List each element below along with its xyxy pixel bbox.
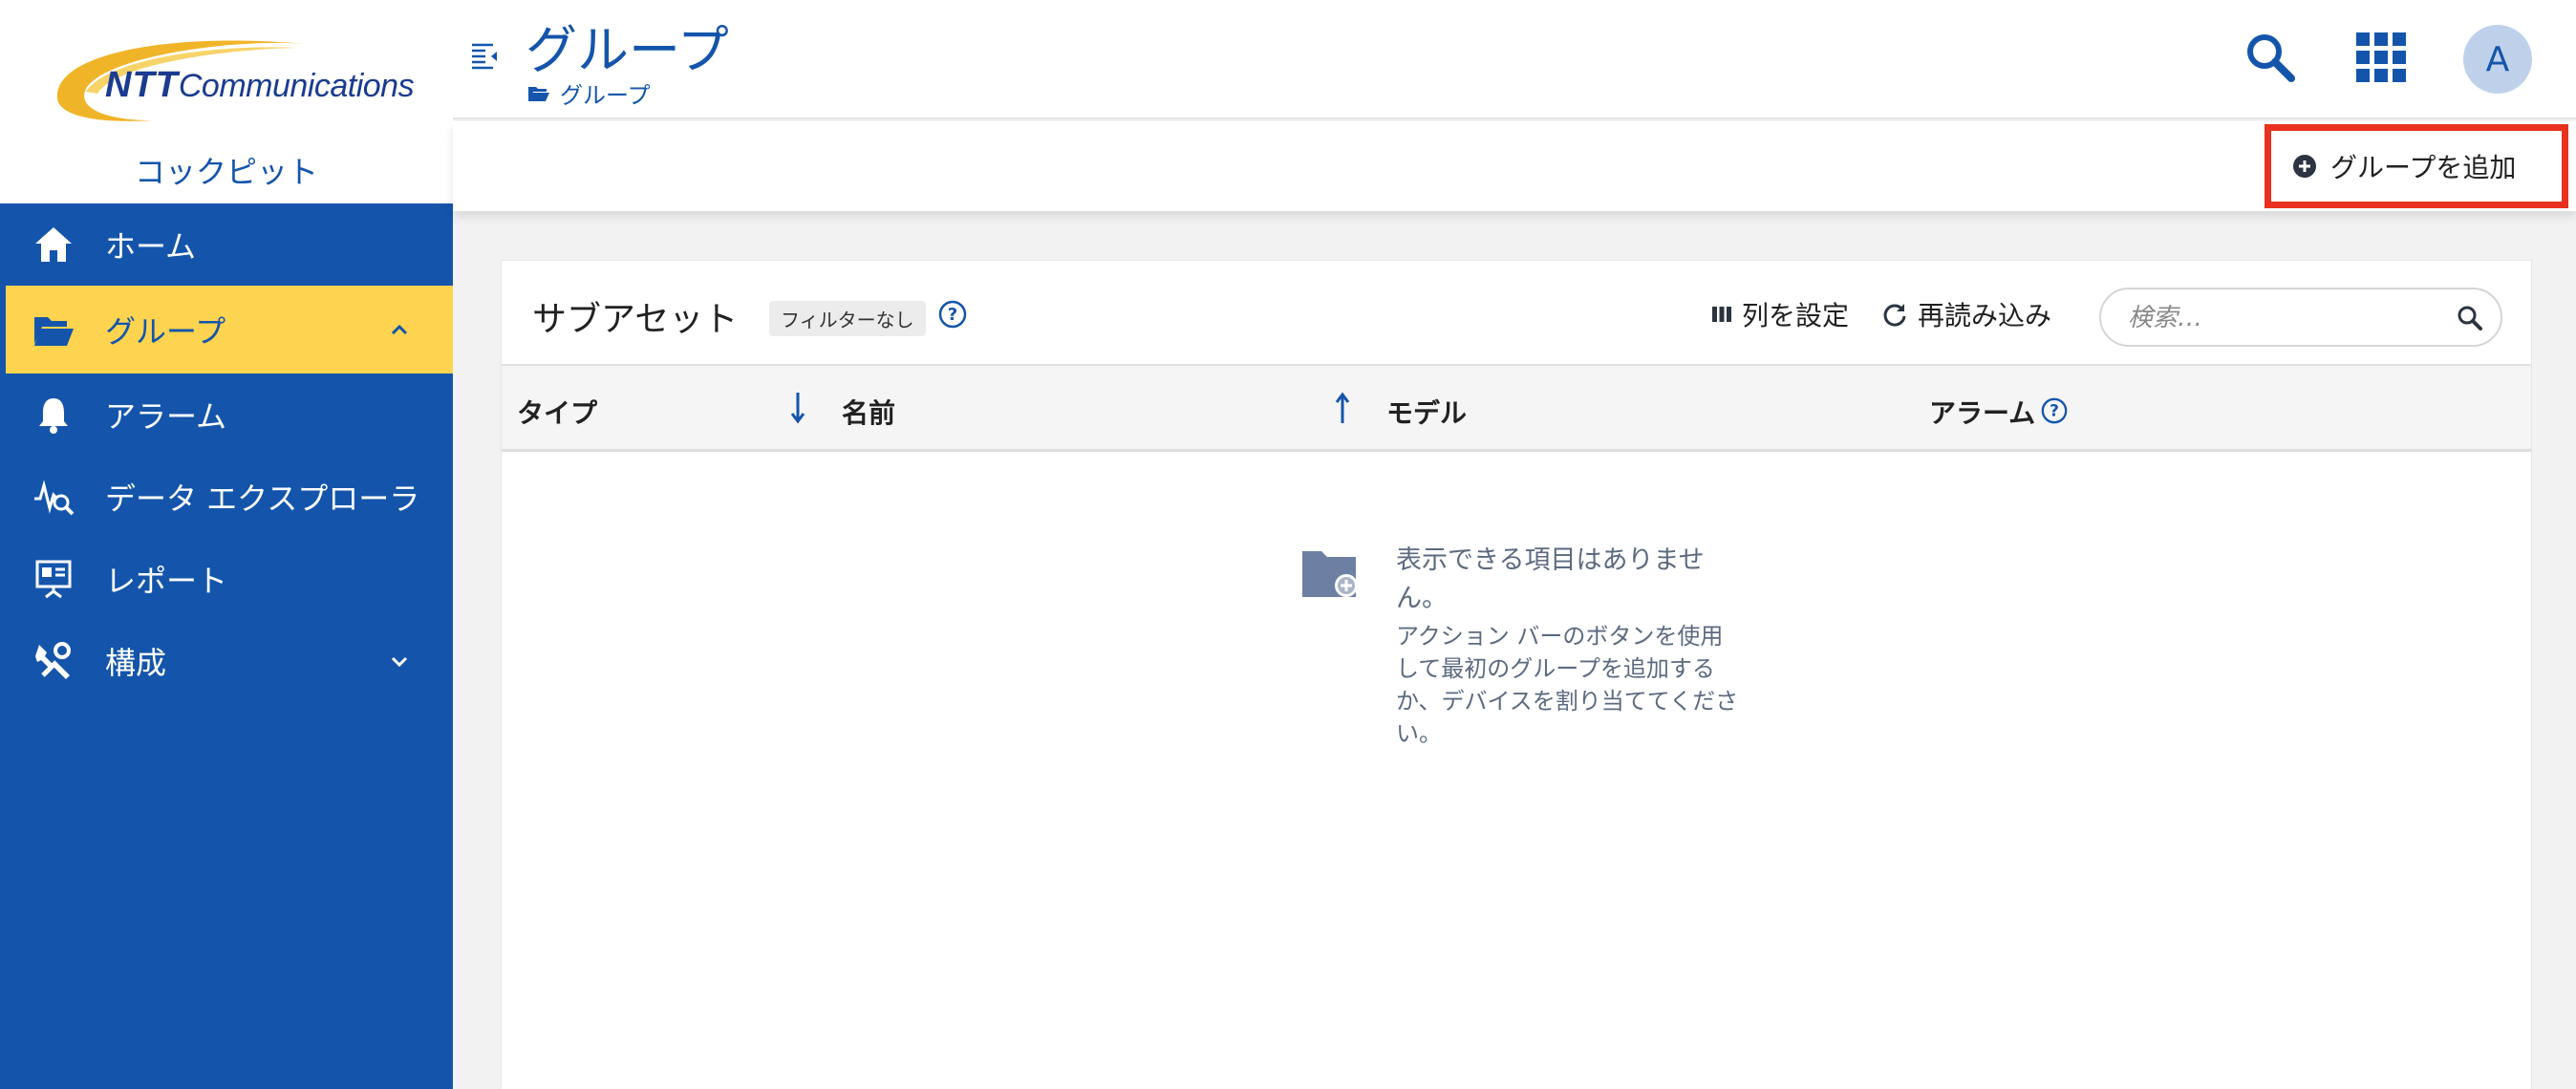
sidebar: NTTCommunications コックピット ホーム グループ アラーム デ… <box>0 0 453 1089</box>
column-header-model[interactable]: モデル <box>1386 393 1467 431</box>
logo-text: NTTCommunications <box>105 65 415 105</box>
nav-item-label: ホーム <box>105 228 197 265</box>
nav-item-home[interactable]: ホーム <box>0 203 453 286</box>
column-header-name[interactable]: 名前 <box>842 393 895 431</box>
breadcrumb-label: グループ <box>560 82 651 109</box>
reload-label: 再読み込み <box>1918 300 2052 331</box>
sidebar-toggle-icon[interactable] <box>470 40 501 71</box>
nav-item-configuration[interactable]: 構成 <box>0 620 453 702</box>
app-switcher-icon[interactable] <box>2354 31 2408 84</box>
help-icon[interactable]: ? <box>2040 396 2069 425</box>
svg-text:?: ? <box>2050 401 2059 420</box>
ntt-logo[interactable]: NTTCommunications <box>48 36 415 127</box>
user-avatar[interactable]: A <box>2463 25 2532 94</box>
folder-icon <box>528 86 549 101</box>
nav-item-label: グループ <box>105 313 226 350</box>
subassets-card: サブアセット フィルターなし ? 列を設定 再読み込み タイプ 名前 モデル ア… <box>501 260 2532 1089</box>
sort-descending-icon[interactable] <box>788 391 807 425</box>
empty-state-title: 表示できる項目はありません。 <box>1396 545 1705 613</box>
plus-circle-icon <box>2293 155 2316 178</box>
add-folder-icon <box>1302 551 1358 597</box>
nav-item-data-explorer[interactable]: データ エクスプローラ <box>0 456 453 538</box>
table-header: タイプ 名前 モデル アラーム ? <box>502 366 2531 452</box>
nav-item-label: 構成 <box>105 645 167 681</box>
folder-open-icon <box>32 309 75 351</box>
nav-item-groups[interactable]: グループ <box>0 286 453 374</box>
nav-item-label: レポート <box>105 563 228 599</box>
search-field[interactable] <box>2099 288 2502 347</box>
configure-columns-label: 列を設定 <box>1742 300 1850 331</box>
nav-item-label: アラーム <box>105 398 227 435</box>
app-name: コックピット <box>134 154 318 190</box>
report-icon <box>32 558 75 600</box>
home-icon <box>32 224 75 266</box>
nav-item-label: データ エクスプローラ <box>105 480 420 517</box>
chevron-down-icon[interactable] <box>388 650 411 673</box>
columns-icon <box>1712 307 1731 322</box>
search-icon[interactable] <box>2457 305 2483 331</box>
brand-area: NTTCommunications コックピット <box>0 0 453 203</box>
search-icon[interactable] <box>2242 29 2299 86</box>
chevron-up-icon[interactable] <box>388 318 411 341</box>
refresh-icon <box>1883 304 1906 327</box>
svg-text:?: ? <box>948 305 957 325</box>
configure-columns-button[interactable]: 列を設定 <box>1711 295 1849 333</box>
tools-icon <box>32 640 75 682</box>
filter-badge: フィルターなし <box>769 301 926 336</box>
breadcrumb[interactable]: グループ <box>527 76 651 110</box>
card-title: サブアセット <box>532 300 739 339</box>
add-group-button[interactable]: グループを追加 <box>2265 124 2568 208</box>
nav-item-reports[interactable]: レポート <box>0 538 453 620</box>
data-explorer-icon <box>32 476 75 518</box>
help-icon[interactable]: ? <box>937 299 968 330</box>
bell-icon <box>32 394 75 436</box>
sort-ascending-icon[interactable] <box>1333 391 1352 425</box>
column-header-type[interactable]: タイプ <box>517 393 597 431</box>
reload-button[interactable]: 再読み込み <box>1881 295 2051 333</box>
search-input[interactable] <box>2128 299 2434 337</box>
nav-item-alarms[interactable]: アラーム <box>0 374 453 456</box>
main-nav: ホーム グループ アラーム データ エクスプローラ レポート 構成 <box>0 203 453 702</box>
add-group-label: グループを追加 <box>2330 152 2517 183</box>
card-header: サブアセット フィルターなし ? 列を設定 再読み込み <box>502 261 2531 366</box>
page-title: グループ <box>526 20 729 80</box>
action-bar: グループを追加 <box>453 121 2576 211</box>
empty-state-description: アクション バーのボタンを使用して最初のグループを追加するか、デバイスを割り当て… <box>1396 623 1739 747</box>
column-header-alarms[interactable]: アラーム <box>1929 393 2035 431</box>
top-header: グループ グループ A <box>453 0 2576 119</box>
